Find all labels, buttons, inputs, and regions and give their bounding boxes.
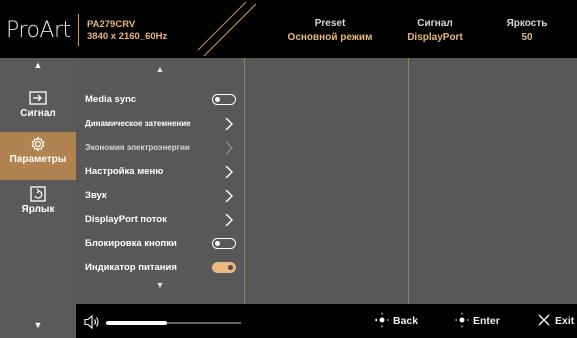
menu-item-label: Настройка меню xyxy=(85,166,164,177)
menu-item-label: Звук xyxy=(85,190,107,201)
menu-scroll-down-icon[interactable]: ▼ xyxy=(76,280,244,290)
signal-value: DisplayPort xyxy=(407,32,463,43)
brand-divider xyxy=(78,14,79,46)
menu-item-key-lock[interactable]: Блокировка кнопки xyxy=(85,234,240,254)
menu-item-menu-setup[interactable]: Настройка меню xyxy=(85,162,240,182)
volume-slider-fill xyxy=(106,321,167,325)
menu-item-sound[interactable]: Звук xyxy=(85,186,240,206)
sidebar-item-label: Ярлык xyxy=(21,204,55,215)
preset-status: Preset Основной режим xyxy=(275,17,385,45)
input-icon xyxy=(29,91,47,105)
sidebar-item-signal[interactable]: Сигнал xyxy=(0,88,76,130)
menu-item-label: Блокировка кнопки xyxy=(85,238,177,249)
menu-scroll-up-icon[interactable]: ▲ xyxy=(76,64,244,74)
shortcut-icon xyxy=(30,186,46,202)
menu-item-label: Экономия электроэнергии xyxy=(85,143,190,152)
back-label: Back xyxy=(393,315,419,327)
brightness-value: 50 xyxy=(521,32,533,43)
signal-status: Сигнал DisplayPort xyxy=(395,17,475,45)
settings-menu-panel: ▲ Media sync Динамическое затемнение Эко… xyxy=(76,58,244,304)
chevron-right-icon xyxy=(225,189,233,203)
speaker-icon xyxy=(84,315,99,329)
footer-bar: Back Enter Exit xyxy=(76,304,577,338)
chevron-right-icon xyxy=(225,117,233,131)
sidebar-scroll-down-icon[interactable]: ▼ xyxy=(0,320,76,330)
osd-header: ProArt PA279CRV 3840 x 2160_60Hz Preset … xyxy=(0,0,577,58)
sidebar-scroll-up-icon[interactable]: ▲ xyxy=(0,60,76,70)
preset-value: Основной режим xyxy=(287,32,373,43)
menu-item-media-sync[interactable]: Media sync xyxy=(85,90,240,110)
media-sync-toggle[interactable] xyxy=(212,94,236,105)
sidebar-item-parameters[interactable]: Параметры xyxy=(0,132,76,180)
menu-item-label: Динамическое затемнение xyxy=(85,119,191,128)
resolution-text: 3840 x 2160_60Hz xyxy=(87,31,168,42)
menu-item-dynamic-dimming[interactable]: Динамическое затемнение xyxy=(85,114,240,134)
menu-item-label: DisplayPort поток xyxy=(85,214,167,225)
gear-icon xyxy=(31,136,45,152)
volume-slider[interactable] xyxy=(106,321,241,325)
menu-item-label: Индикатор питания xyxy=(85,262,177,273)
exit-label: Exit xyxy=(555,315,575,327)
enter-label: Enter xyxy=(473,315,500,327)
sidebar-item-shortcut[interactable]: Ярлык xyxy=(0,184,76,226)
submenu-panel xyxy=(245,58,408,304)
key-lock-toggle[interactable] xyxy=(212,238,236,249)
menu-item-power-saving[interactable]: Экономия электроэнергии xyxy=(85,138,240,158)
brand-logo: ProArt xyxy=(6,18,71,43)
header-decoration xyxy=(197,1,257,57)
power-indicator-toggle[interactable] xyxy=(212,262,236,273)
brightness-status: Яркость 50 xyxy=(487,17,567,45)
joystick-left-icon xyxy=(374,312,390,328)
model-name: PA279CRV xyxy=(87,19,136,30)
preset-label: Preset xyxy=(314,18,346,29)
chevron-right-icon xyxy=(225,213,233,227)
close-icon xyxy=(538,314,550,326)
menu-item-label: Media sync xyxy=(85,94,137,105)
brightness-label: Яркость xyxy=(506,18,548,29)
menu-item-displayport-stream[interactable]: DisplayPort поток xyxy=(85,210,240,230)
chevron-right-icon xyxy=(225,165,233,179)
signal-label: Сигнал xyxy=(417,18,453,29)
sidebar-item-label: Параметры xyxy=(9,154,67,165)
joystick-center-icon xyxy=(454,312,470,328)
sidebar: ▲ Сигнал Параметры Ярлык ▼ xyxy=(0,58,76,338)
menu-item-power-indicator[interactable]: Индикатор питания xyxy=(85,258,240,278)
model-info: PA279CRV 3840 x 2160_60Hz xyxy=(87,19,167,43)
chevron-right-icon xyxy=(225,141,233,155)
sidebar-item-label: Сигнал xyxy=(20,108,56,119)
value-panel xyxy=(409,58,577,304)
